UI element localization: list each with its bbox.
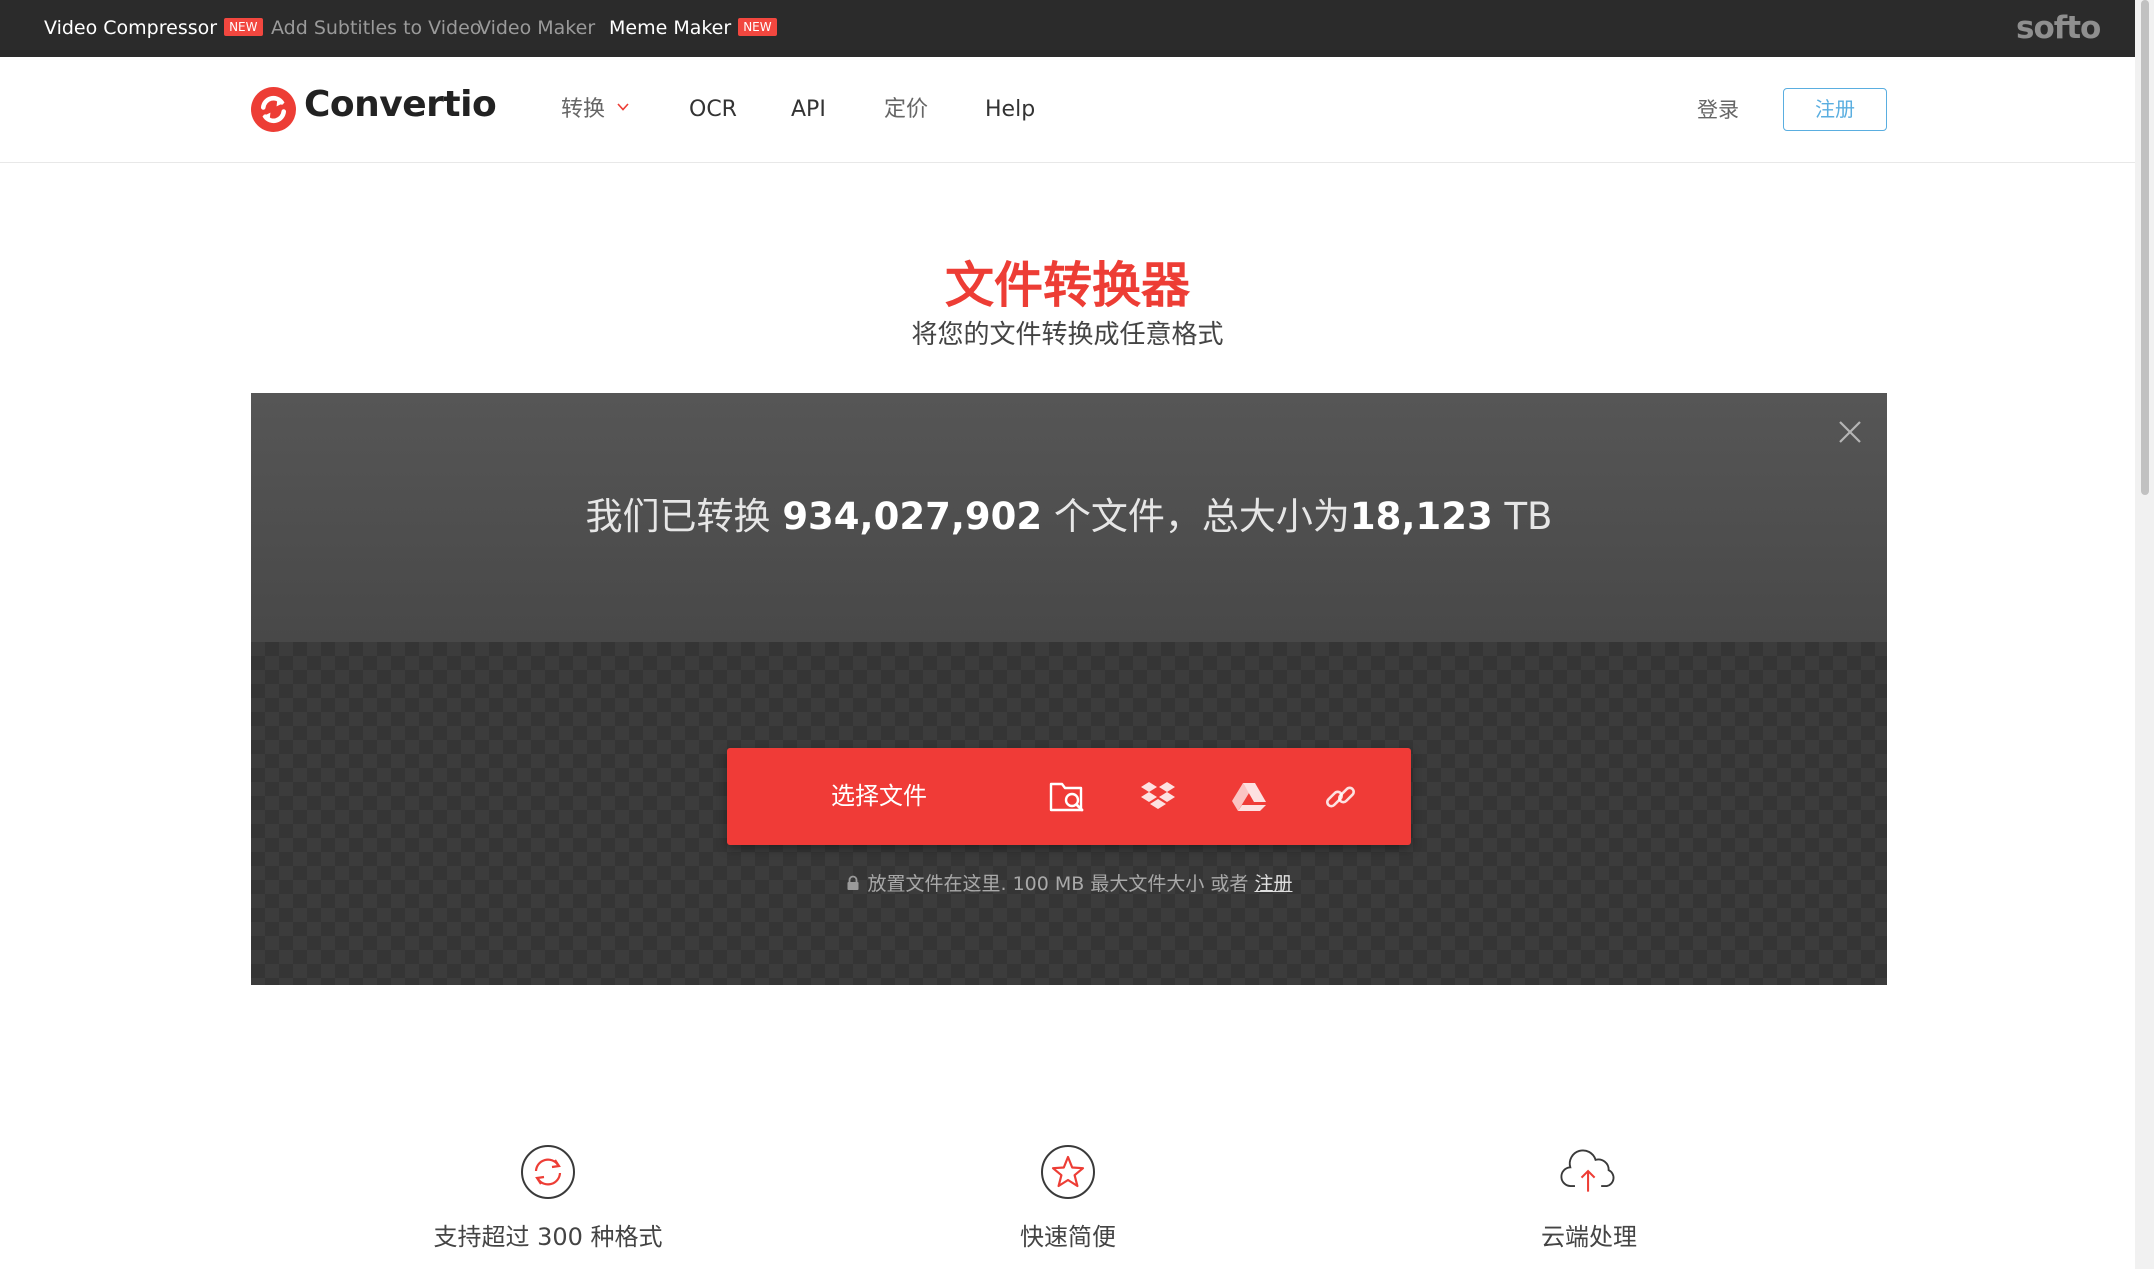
- converter-panel: 我们已转换 934,027,902 个文件，总大小为18,123 TB 选择文件: [251, 393, 1887, 985]
- google-drive-icon[interactable]: [1231, 780, 1267, 814]
- convertio-logo-text[interactable]: Convertio: [304, 84, 497, 125]
- dropbox-icon[interactable]: [1140, 780, 1176, 814]
- feature-label: 支持超过 300 种格式: [433, 1223, 663, 1251]
- nav-pricing[interactable]: 定价: [884, 57, 928, 163]
- star-circle-icon: [1041, 1145, 1095, 1199]
- topbar-link-video-compressor[interactable]: Video Compressor NEW: [44, 0, 263, 57]
- refresh-circle-icon: [521, 1145, 575, 1199]
- files-count: 934,027,902: [782, 495, 1043, 538]
- total-size: 18,123: [1349, 495, 1493, 538]
- softo-logo[interactable]: softo: [2016, 10, 2101, 46]
- main-header: Convertio 转换 OCR API 定价 Help 登录 注册: [0, 57, 2135, 163]
- feature-label: 快速简便: [1020, 1223, 1116, 1251]
- topbar-link-label: Video Compressor: [44, 17, 218, 39]
- nav-api[interactable]: API: [791, 57, 826, 163]
- scrollbar-thumb[interactable]: [2141, 0, 2149, 495]
- feature-fast: 快速简便: [918, 1143, 1218, 1252]
- signup-button[interactable]: 注册: [1783, 88, 1887, 131]
- new-badge: NEW: [738, 18, 777, 36]
- conversion-stats: 我们已转换 934,027,902 个文件，总大小为18,123 TB: [251, 486, 1887, 540]
- close-icon[interactable]: [1837, 419, 1863, 445]
- login-link[interactable]: 登录: [1697, 57, 1739, 163]
- topbar-link-video-maker[interactable]: Video Maker: [478, 0, 595, 57]
- feature-cloud: 云端处理: [1439, 1143, 1739, 1252]
- topbar-link-meme-maker[interactable]: Meme Maker NEW: [609, 0, 777, 57]
- folder-search-icon[interactable]: [1049, 780, 1085, 814]
- nav-convert-label: 转换: [561, 97, 606, 122]
- drop-hint-signup-link[interactable]: 注册: [1254, 873, 1292, 895]
- convertio-logo-icon[interactable]: [251, 87, 296, 132]
- stats-mid: 个文件，总大小为: [1053, 495, 1350, 538]
- nav-ocr[interactable]: OCR: [689, 57, 737, 163]
- nav-help[interactable]: Help: [985, 57, 1035, 163]
- softo-topbar: Video Compressor NEW Add Subtitles to Vid…: [0, 0, 2135, 57]
- stats-prefix: 我们已转换: [585, 495, 771, 538]
- nav-convert-menu[interactable]: 转换: [561, 57, 629, 163]
- new-badge: NEW: [224, 18, 263, 36]
- drop-hint: 放置文件在这里. 100 MB 最大文件大小 或者 注册: [251, 869, 1887, 896]
- choose-files-bar: 选择文件: [727, 748, 1411, 845]
- topbar-link-add-subtitles[interactable]: Add Subtitles to Video: [271, 0, 481, 57]
- lock-icon: [847, 875, 859, 890]
- feature-label: 云端处理: [1541, 1223, 1637, 1251]
- topbar-link-label: Meme Maker: [609, 17, 732, 39]
- topbar-link-label: Add Subtitles to Video: [271, 17, 482, 39]
- chevron-down-icon: [617, 103, 629, 111]
- url-link-icon[interactable]: [1323, 780, 1359, 814]
- drop-hint-text: 放置文件在这里. 100 MB 最大文件大小 或者: [867, 873, 1249, 895]
- page-title: 文件转换器: [944, 256, 1190, 314]
- cloud-upload-icon: [1560, 1149, 1615, 1192]
- choose-files-button[interactable]: 选择文件: [831, 748, 927, 845]
- size-unit: TB: [1504, 495, 1553, 538]
- page-subtitle: 将您的文件转换成任意格式: [911, 320, 1224, 350]
- topbar-link-label: Video Maker: [478, 17, 596, 39]
- page-scrollbar[interactable]: [2135, 0, 2154, 1269]
- feature-formats: 支持超过 300 种格式: [398, 1143, 698, 1252]
